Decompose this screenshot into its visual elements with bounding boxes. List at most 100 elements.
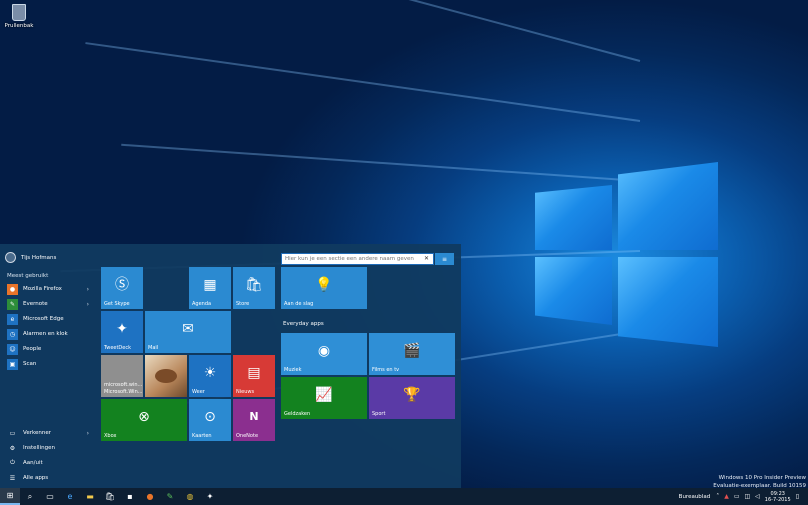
tile-photos[interactable] <box>145 355 187 397</box>
taskbar-evernote[interactable]: ✎ <box>160 488 180 505</box>
tile-msn-news[interactable]: microsoft.win... Microsoft.Win... <box>101 355 143 397</box>
tile-label: Nieuws <box>236 389 255 395</box>
windows-logo-pane <box>618 257 718 347</box>
network-icon[interactable]: ◫ <box>745 493 751 500</box>
app-item-people[interactable]: ☺ People <box>7 342 93 356</box>
message-icon[interactable]: ▭ <box>734 493 740 500</box>
tile-get-started[interactable]: 💡 Aan de slag <box>281 267 367 309</box>
app-item-edge[interactable]: e Microsoft Edge <box>7 312 93 326</box>
group-name-input[interactable] <box>281 253 434 265</box>
evernote-icon: ✎ <box>7 298 18 310</box>
most-used-label: Meest gebruikt <box>7 273 49 279</box>
tile-label: OneNote <box>236 433 259 439</box>
tile-maps[interactable]: ⊙ Kaarten <box>189 399 231 441</box>
start-button[interactable]: ⊞ <box>0 488 20 505</box>
evernote-icon: ✎ <box>166 492 174 501</box>
tile-tweetdeck[interactable]: ✦ TweetDeck <box>101 311 143 353</box>
tile-money[interactable]: 📈 Geldzaken <box>281 377 367 419</box>
desktop-toolbar-label[interactable]: Bureaublad <box>679 494 711 500</box>
tile-xbox[interactable]: ⊗ Xbox <box>101 399 187 441</box>
tile-label: Xbox <box>104 433 117 439</box>
alarm-icon: ◷ <box>7 328 18 340</box>
group-options-button[interactable]: ≡ <box>435 253 454 265</box>
close-icon[interactable]: ✕ <box>424 255 429 262</box>
tile-label: Store <box>236 301 250 307</box>
calendar-icon: ▦ <box>203 276 217 293</box>
tile-store[interactable]: 🛍 Store <box>233 267 275 309</box>
light-beam <box>85 42 641 122</box>
app-item-label: People <box>23 346 42 352</box>
chevron-right-icon[interactable]: › <box>87 286 89 293</box>
lines-icon: ≡ <box>441 255 448 263</box>
tile-news[interactable]: ▤ Nieuws <box>233 355 275 397</box>
tile-label: Mail <box>148 345 159 351</box>
tile-agenda[interactable]: ▦ Agenda <box>189 267 231 309</box>
windows-icon: ⊞ <box>6 491 14 500</box>
taskbar-store[interactable]: 🛍 <box>100 488 120 505</box>
taskbar-firefox[interactable]: ● <box>140 488 160 505</box>
recycle-bin-shortcut[interactable]: Prullenbak <box>4 4 34 29</box>
taskbar-chrome[interactable]: ◍ <box>180 488 200 505</box>
all-apps-label: Alle apps <box>23 475 49 481</box>
chevron-right-icon[interactable]: › <box>87 301 89 308</box>
xbox-icon: ⊗ <box>138 408 150 425</box>
folder-icon: ▬ <box>86 492 94 501</box>
tile-label: Kaarten <box>192 433 212 439</box>
trophy-icon: 🏆 <box>403 386 421 403</box>
tile-music[interactable]: ◉ Muziek <box>281 333 367 375</box>
tile-onenote[interactable]: N OneNote <box>233 399 275 441</box>
recycle-bin-icon <box>12 4 26 21</box>
clock[interactable]: 09:23 16-7-2015 <box>765 491 791 503</box>
tile-label: Geldzaken <box>284 411 311 417</box>
sun-icon: ☀ <box>203 364 217 381</box>
explorer-button[interactable]: ▭ Verkenner › <box>7 426 93 440</box>
tile-label: Weer <box>192 389 205 395</box>
app-item-alarms[interactable]: ◷ Alarmen en klok <box>7 327 93 341</box>
people-icon: ☺ <box>7 343 18 355</box>
windows-logo-pane <box>618 162 718 250</box>
task-view-button[interactable]: ▭ <box>40 488 60 505</box>
taskbar-explorer[interactable]: ▬ <box>80 488 100 505</box>
scan-icon: ▣ <box>7 358 18 370</box>
search-button[interactable]: ⌕ <box>20 488 40 505</box>
explorer-label: Verkenner <box>23 430 51 436</box>
firefox-icon: ● <box>146 492 154 501</box>
tile-movies[interactable]: 🎬 Films en tv <box>369 333 455 375</box>
notification-icon[interactable]: ▯ <box>796 493 799 500</box>
tile-weather[interactable]: ☀ Weer <box>189 355 231 397</box>
mail-icon: ✉ <box>182 320 194 337</box>
taskbar: ⊞ ⌕ ▭ e ▬ 🛍 ▪ ● ✎ ◍ ✦ Bureaublad ˄ ▲ ▭ ◫… <box>0 488 808 505</box>
app-item-scan[interactable]: ▣ Scan <box>7 357 93 371</box>
system-tray: Bureaublad ˄ ▲ ▭ ◫ ◁ 09:23 16-7-2015 ▯ <box>679 488 804 505</box>
user-account[interactable]: Tijs Hofmans <box>5 252 56 263</box>
taskbar-cmd[interactable]: ▪ <box>120 488 140 505</box>
start-left-column: Tijs Hofmans Meest gebruikt ● Mozilla Fi… <box>0 244 96 488</box>
watermark-line: Windows 10 Pro Insider Preview <box>718 475 806 481</box>
edge-icon: e <box>7 313 18 325</box>
chevron-right-icon[interactable]: › <box>87 430 89 437</box>
light-beam <box>121 143 641 182</box>
app-item-label: Microsoft Edge <box>23 316 64 322</box>
app-item-firefox[interactable]: ● Mozilla Firefox › <box>7 282 93 296</box>
app-item-evernote[interactable]: ✎ Evernote › <box>7 297 93 311</box>
volume-icon[interactable]: ◁ <box>755 493 760 500</box>
app-item-label: Scan <box>23 361 37 367</box>
group-label: Everyday apps <box>283 321 324 327</box>
power-button[interactable]: ⏻ Aan/uit <box>7 456 93 470</box>
tile-get-skype[interactable]: Ⓢ Get Skype <box>101 267 143 309</box>
app-item-label: Mozilla Firefox <box>23 286 62 292</box>
tile-sport[interactable]: 🏆 Sport <box>369 377 455 419</box>
warning-icon[interactable]: ▲ <box>724 493 729 500</box>
folder-icon: ▭ <box>9 429 16 437</box>
taskbar-tweetdeck[interactable]: ✦ <box>200 488 220 505</box>
chevron-up-icon[interactable]: ˄ <box>716 493 719 500</box>
settings-button[interactable]: ⚙ Instellingen <box>7 441 93 455</box>
tile-label: Agenda <box>192 301 212 307</box>
tile-label: microsoft.win... <box>104 382 143 388</box>
tile-label: Sport <box>372 411 386 417</box>
tile-mail[interactable]: ✉ Mail <box>145 311 231 353</box>
power-label: Aan/uit <box>23 460 43 466</box>
search-icon: ⌕ <box>27 491 33 501</box>
taskbar-edge[interactable]: e <box>60 488 80 505</box>
all-apps-button[interactable]: ☰ Alle apps <box>7 471 93 485</box>
